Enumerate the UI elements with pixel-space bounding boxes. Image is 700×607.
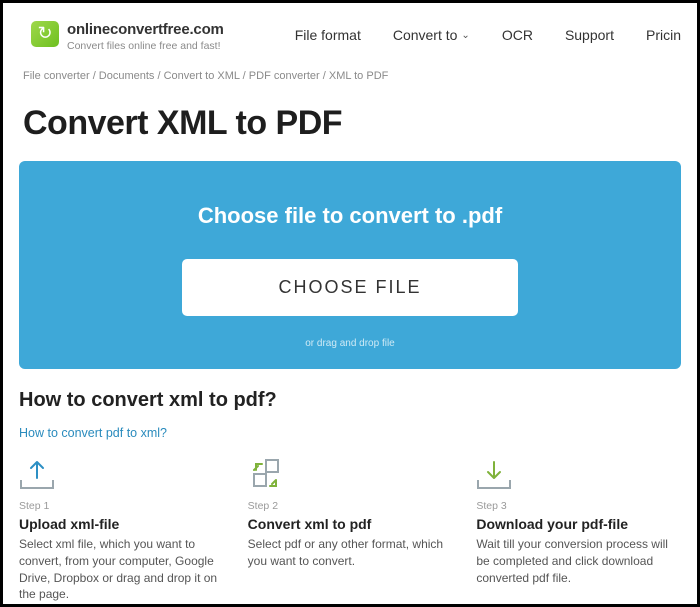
upload-icon (19, 458, 224, 494)
step-label: Step 1 (19, 500, 224, 512)
step-title: Convert xml to pdf (248, 516, 453, 532)
howto-reverse-link[interactable]: How to convert pdf to xml? (19, 426, 681, 440)
nav-convert-to[interactable]: Convert to ⌄ (393, 27, 470, 43)
brand-name: onlineconvertfree.com (67, 21, 224, 38)
upload-hero: Choose file to convert to .pdf CHOOSE FI… (19, 161, 681, 369)
step-1: Step 1 Upload xml-file Select xml file, … (19, 458, 224, 603)
nav-support[interactable]: Support (565, 27, 614, 43)
convert-icon (248, 458, 453, 494)
step-2: Step 2 Convert xml to pdf Select pdf or … (248, 458, 453, 603)
breadcrumb[interactable]: File converter / Documents / Convert to … (3, 60, 697, 82)
download-icon (476, 458, 681, 494)
step-title: Upload xml-file (19, 516, 224, 532)
step-3: Step 3 Download your pdf-file Wait till … (476, 458, 681, 603)
main-nav: File format Convert to ⌄ OCR Support Pri… (295, 21, 681, 43)
nav-pricing[interactable]: Pricin (646, 27, 681, 43)
brand[interactable]: ↻ onlineconvertfree.com Convert files on… (31, 21, 224, 52)
hero-subtext: or drag and drop file (39, 338, 661, 349)
step-desc: Wait till your conversion process will b… (476, 536, 681, 586)
page-title: Convert XML to PDF (3, 82, 697, 161)
steps-row: Step 1 Upload xml-file Select xml file, … (19, 458, 681, 603)
step-desc: Select xml file, which you want to conve… (19, 536, 224, 603)
howto-title: How to convert xml to pdf? (19, 389, 681, 412)
logo-icon: ↻ (31, 21, 59, 47)
nav-file-format[interactable]: File format (295, 27, 361, 43)
step-label: Step 3 (476, 500, 681, 512)
chevron-down-icon: ⌄ (461, 30, 469, 41)
nav-ocr[interactable]: OCR (502, 27, 533, 43)
hero-heading: Choose file to convert to .pdf (39, 203, 661, 229)
brand-tagline: Convert files online free and fast! (67, 40, 224, 52)
step-title: Download your pdf-file (476, 516, 681, 532)
choose-file-button[interactable]: CHOOSE FILE (182, 259, 517, 316)
step-label: Step 2 (248, 500, 453, 512)
step-desc: Select pdf or any other format, which yo… (248, 536, 453, 570)
